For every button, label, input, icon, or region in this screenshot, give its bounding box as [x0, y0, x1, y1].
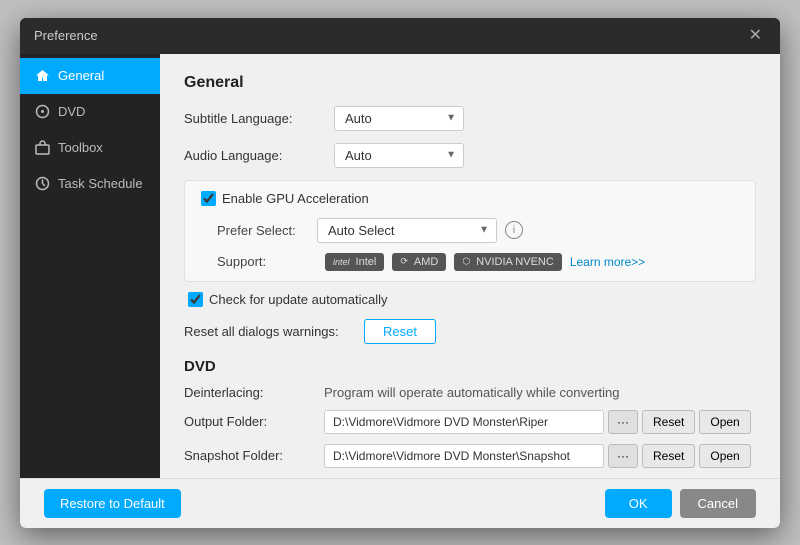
dvd-section: DVD Deinterlacing: Program will operate …	[184, 358, 756, 468]
subtitle-language-select[interactable]: Auto	[334, 106, 464, 131]
audio-language-select[interactable]: Auto	[334, 143, 464, 168]
dvd-icon	[34, 104, 50, 120]
snapshot-folder-open-button[interactable]: Open	[699, 444, 750, 468]
subtitle-language-select-wrapper: Auto	[334, 106, 464, 131]
sidebar-item-dvd[interactable]: DVD	[20, 94, 160, 130]
audio-language-label: Audio Language:	[184, 148, 334, 163]
output-folder-dots-button[interactable]: ···	[608, 410, 638, 434]
gpu-checkbox-row: Enable GPU Acceleration	[201, 191, 743, 206]
close-button[interactable]: ✕	[745, 26, 766, 46]
audio-language-select-wrapper: Auto	[334, 143, 464, 168]
sidebar-item-toolbox[interactable]: Toolbox	[20, 130, 160, 166]
sidebar: General DVD	[20, 54, 160, 478]
restore-default-button[interactable]: Restore to Default	[44, 489, 181, 518]
support-label: Support:	[217, 254, 317, 269]
dvd-section-title: DVD	[184, 358, 756, 375]
prefer-select-row: Prefer Select: Auto Select i	[197, 218, 743, 243]
schedule-icon	[34, 176, 50, 192]
deinterlacing-label: Deinterlacing:	[184, 385, 324, 400]
ok-button[interactable]: OK	[605, 489, 672, 518]
subtitle-language-label: Subtitle Language:	[184, 111, 334, 126]
learn-more-link[interactable]: Learn more>>	[570, 255, 645, 269]
reset-dialogs-label: Reset all dialogs warnings:	[184, 324, 364, 339]
intel-chip: intel Intel	[325, 253, 384, 271]
prefer-select-wrapper: Auto Select	[317, 218, 497, 243]
footer-right: OK Cancel	[605, 489, 756, 518]
gpu-checkbox[interactable]	[201, 191, 216, 206]
output-folder-row: Output Folder: ··· Reset Open	[184, 410, 756, 434]
output-folder-label: Output Folder:	[184, 414, 324, 429]
sidebar-item-task-schedule[interactable]: Task Schedule	[20, 166, 160, 202]
snapshot-folder-dots-button[interactable]: ···	[608, 444, 638, 468]
preference-dialog: Preference ✕ General	[20, 18, 780, 528]
prefer-select-label: Prefer Select:	[217, 223, 317, 238]
amd-icon: ⟳	[400, 256, 408, 267]
cancel-button[interactable]: Cancel	[680, 489, 756, 518]
check-update-checkbox[interactable]	[188, 292, 203, 307]
output-folder-reset-button[interactable]: Reset	[642, 410, 695, 434]
nvidia-icon: ⬡	[462, 256, 470, 267]
amd-chip: ⟳ AMD	[392, 253, 446, 271]
check-update-label: Check for update automatically	[209, 292, 387, 307]
title-bar: Preference ✕	[20, 18, 780, 54]
gpu-checkbox-label: Enable GPU Acceleration	[222, 191, 369, 206]
sidebar-item-task-schedule-label: Task Schedule	[58, 176, 143, 191]
gpu-section: Enable GPU Acceleration Prefer Select: A…	[184, 180, 756, 282]
dialog-body: General DVD	[20, 54, 780, 478]
footer: Restore to Default OK Cancel	[20, 478, 780, 528]
intel-icon: intel	[333, 257, 350, 267]
sidebar-item-toolbox-label: Toolbox	[58, 140, 103, 155]
reset-dialogs-row: Reset all dialogs warnings: Reset	[184, 319, 756, 344]
nvidia-chip: ⬡ NVIDIA NVENC	[454, 253, 562, 271]
dialog-title: Preference	[34, 28, 98, 43]
snapshot-folder-label: Snapshot Folder:	[184, 448, 324, 463]
sidebar-item-general-label: General	[58, 68, 104, 83]
main-scroll-wrapper: General Subtitle Language: Auto Audio La…	[160, 54, 780, 478]
prefer-select[interactable]: Auto Select	[317, 218, 497, 243]
general-section: General Subtitle Language: Auto Audio La…	[184, 74, 756, 344]
general-section-title: General	[184, 74, 756, 92]
snapshot-folder-input[interactable]	[324, 444, 604, 468]
snapshot-folder-reset-button[interactable]: Reset	[642, 444, 695, 468]
subtitle-language-row: Subtitle Language: Auto	[184, 106, 756, 131]
sidebar-item-dvd-label: DVD	[58, 104, 85, 119]
audio-language-row: Audio Language: Auto	[184, 143, 756, 168]
deinterlacing-desc: Program will operate automatically while…	[324, 385, 620, 400]
main-content: General Subtitle Language: Auto Audio La…	[160, 54, 780, 478]
snapshot-folder-row: Snapshot Folder: ··· Reset Open	[184, 444, 756, 468]
home-icon	[34, 68, 50, 84]
toolbox-icon	[34, 140, 50, 156]
reset-dialogs-button[interactable]: Reset	[364, 319, 436, 344]
deinterlacing-row: Deinterlacing: Program will operate auto…	[184, 385, 756, 400]
info-icon[interactable]: i	[505, 221, 523, 239]
support-row: Support: intel Intel ⟳ AMD ⬡	[197, 253, 743, 271]
check-update-row: Check for update automatically	[188, 292, 756, 307]
sidebar-item-general[interactable]: General	[20, 58, 160, 94]
output-folder-input[interactable]	[324, 410, 604, 434]
output-folder-open-button[interactable]: Open	[699, 410, 750, 434]
